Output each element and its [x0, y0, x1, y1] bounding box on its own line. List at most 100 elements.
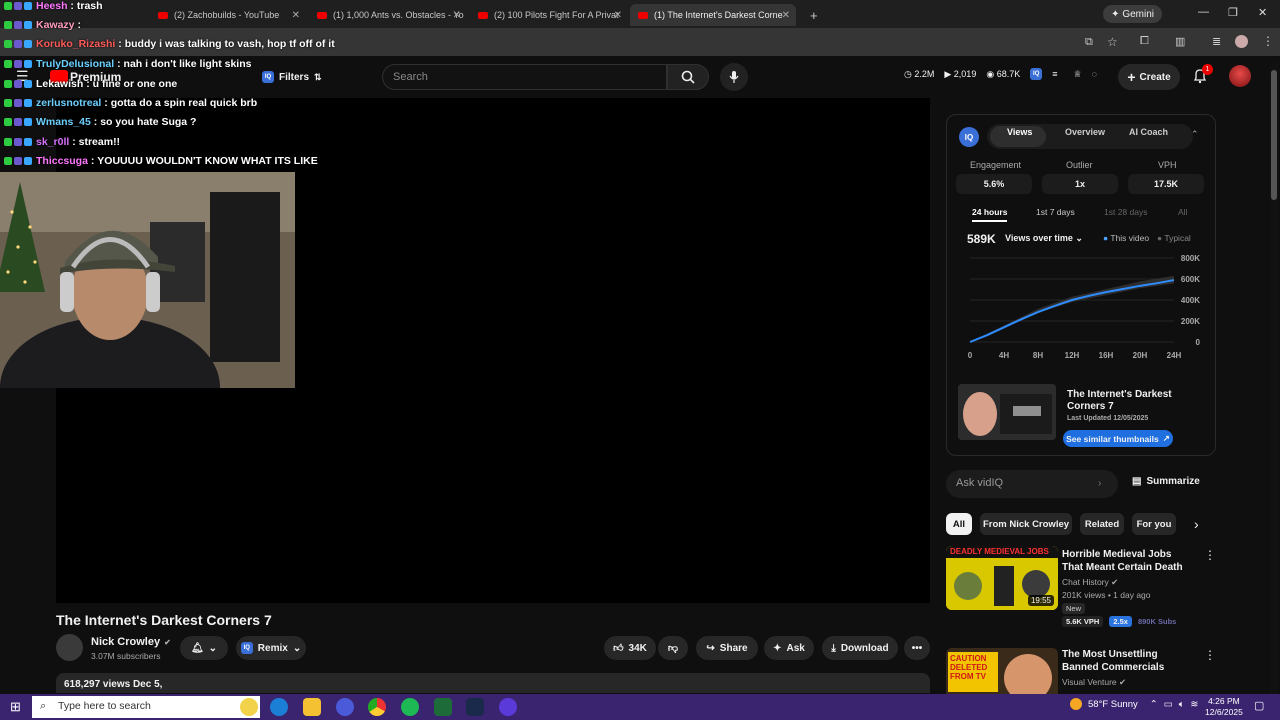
channel-avatar[interactable] [56, 634, 83, 661]
more-options-icon[interactable]: ⋮ [1204, 548, 1216, 562]
see-similar-thumbnails-button[interactable]: See similar thumbnails ↗ [1063, 430, 1173, 447]
restore-icon[interactable]: ❐ [1228, 6, 1238, 19]
chip-from-channel[interactable]: From Nick Crowley [980, 513, 1072, 535]
new-tab-button[interactable]: + [802, 4, 822, 26]
list-icon[interactable]: ≡ [1052, 69, 1057, 79]
channel-name[interactable]: Nick Crowley ✔ [91, 636, 171, 648]
more-options-icon[interactable]: ⋮ [1204, 648, 1216, 662]
steam-icon[interactable] [466, 698, 484, 716]
recommendation-channel[interactable]: Chat History ✔ [1062, 577, 1118, 588]
create-button[interactable]: + Create [1118, 64, 1180, 90]
scrollbar-thumb[interactable] [1271, 70, 1277, 200]
recommendation-channel[interactable]: Visual Venture ✔ [1062, 677, 1126, 688]
profile-avatar[interactable] [1235, 35, 1248, 48]
range-first-7-days[interactable]: 1st 7 days [1036, 207, 1075, 217]
recommendation-thumbnail[interactable]: CAUTION DELETED FROM TV [946, 648, 1058, 694]
summarize-button[interactable]: ▤ Summarize [1132, 476, 1200, 487]
notification-center-icon[interactable]: ▢ [1254, 699, 1264, 712]
chat-message: Thiccsuga : YOUUUU WOULDN'T KNOW WHAT IT… [4, 155, 318, 167]
tab-views[interactable]: Views [1007, 127, 1032, 137]
share-button[interactable]: ↪ Share [696, 636, 758, 660]
spotify-icon[interactable] [401, 698, 419, 716]
close-tab-icon[interactable]: ✕ [453, 10, 461, 21]
browser-tab-active[interactable]: (1) The Internet's Darkest Corne ✕ [630, 4, 796, 26]
more-actions-button[interactable]: ••• [904, 636, 930, 660]
vidiq-icon[interactable]: IQ [1030, 68, 1043, 80]
account-avatar[interactable] [1229, 65, 1251, 87]
discord-icon[interactable] [499, 698, 517, 716]
sidebar-icon[interactable]: ▥ [1175, 35, 1185, 48]
taskbar-search-input[interactable]: ⌕ Type here to search [32, 696, 260, 718]
collapse-chevron-icon[interactable]: ⌃ [1191, 129, 1199, 140]
close-tab-icon[interactable]: ✕ [782, 10, 790, 21]
chart-mode-dropdown[interactable]: Views over time ⌄ [1005, 233, 1083, 244]
vpn-app-icon[interactable] [336, 698, 354, 716]
volume-icon[interactable]: 🔈︎ [1179, 699, 1185, 710]
vidiq-video-thumbnail[interactable] [958, 384, 1056, 440]
chat-badges [4, 118, 32, 126]
trophy-icon[interactable]: ♕ [1073, 69, 1081, 80]
search-button[interactable] [667, 64, 709, 90]
file-explorer-icon[interactable] [303, 698, 321, 716]
taskbar-clock[interactable]: 4:26 PM 12/6/2025 [1205, 696, 1243, 718]
like-button[interactable]: 👍︎ 34K [604, 636, 656, 660]
excel-icon[interactable] [434, 698, 452, 716]
webcam-image [0, 172, 295, 388]
recommendation-thumbnail[interactable]: DEADLY MEDIEVAL JOBS 19:55 [946, 546, 1058, 610]
notification-bell-button[interactable]: 🔔︎ ⌄ [180, 636, 228, 660]
media-icon[interactable]: ≣ [1212, 35, 1221, 48]
legend-this-video: ● This video [1103, 233, 1150, 243]
ask-button[interactable]: ✦ Ask [764, 636, 814, 660]
close-tab-icon[interactable]: ✕ [614, 10, 622, 21]
range-all[interactable]: All [1178, 207, 1187, 217]
tab-ai-coach[interactable]: AI Coach [1129, 127, 1168, 137]
chip-related[interactable]: Related [1080, 513, 1124, 535]
range-first-28-days[interactable]: 1st 28 days [1104, 207, 1147, 217]
vidiq-remix-button[interactable]: IQ Remix ⌄ [236, 636, 306, 660]
gemini-button[interactable]: ✦ Gemini [1103, 5, 1162, 23]
tray-chevron-icon[interactable]: ⌃ [1150, 699, 1158, 710]
chrome-browser-icon[interactable] [368, 698, 386, 716]
voice-search-button[interactable] [720, 63, 748, 91]
chip-for-you[interactable]: For you [1132, 513, 1176, 535]
minimize-icon[interactable]: — [1198, 6, 1209, 18]
chip-all[interactable]: All [946, 513, 972, 535]
browser-menu-icon[interactable]: ⋮ [1262, 34, 1274, 48]
network-icon[interactable]: ▭ [1164, 699, 1173, 710]
notifications-button[interactable]: 1 [1192, 64, 1213, 89]
x-tick-label: 20H [1133, 351, 1148, 360]
subs-badge: 890K Subs [1137, 617, 1177, 626]
chips-next-chevron-icon[interactable]: › [1194, 516, 1199, 532]
recommendation-title[interactable]: The Most Unsettling Banned Commercials [1062, 648, 1192, 674]
bookmark-star-icon[interactable]: ☆ [1107, 35, 1118, 49]
vidiq-filters-button[interactable]: IQ Filters ⇅ [262, 67, 322, 87]
chat-badge-icon [4, 80, 12, 88]
chat-username: Wmans_45 [36, 116, 91, 128]
page-scrollbar[interactable] [1270, 62, 1278, 694]
range-24-hours[interactable]: 24 hours [972, 207, 1008, 222]
youtube-favicon-icon [638, 11, 648, 19]
search-input[interactable]: Search [382, 64, 667, 90]
dislike-button[interactable]: 👎︎ [658, 636, 688, 660]
browser-tab[interactable]: (2) Zachobuilds - YouTube ✕ [150, 4, 306, 26]
edge-browser-icon[interactable] [270, 698, 288, 716]
cast-icon[interactable]: ⧉ [1085, 36, 1093, 49]
close-tab-icon[interactable]: ✕ [292, 10, 300, 21]
wifi-icon[interactable]: ≋ [1190, 699, 1198, 710]
extensions-icon[interactable]: ⧠ [1140, 35, 1149, 48]
windows-start-icon[interactable]: ⊞ [10, 699, 21, 715]
ask-vidiq-input[interactable]: Ask vidIQ [946, 470, 1118, 498]
video-description[interactable]: 618,297 views Dec 5, [56, 673, 930, 693]
download-button[interactable]: ⤓ Download [822, 636, 898, 660]
pears-decoration-icon [240, 698, 258, 716]
metric-value-engagement: 5.6% [956, 174, 1032, 194]
chat-badge-icon [24, 157, 32, 165]
browser-tab[interactable]: (1) 1,000 Ants vs. Obstacles - Yo ✕ [309, 4, 467, 26]
send-chevron-icon[interactable]: › [1098, 478, 1101, 489]
recommendation-title[interactable]: Horrible Medieval Jobs That Meant Certai… [1062, 548, 1192, 574]
chat-bubble-icon[interactable]: ◌ [1092, 69, 1097, 79]
close-window-icon[interactable]: ✕ [1258, 6, 1267, 19]
browser-tab[interactable]: (2) 100 Pilots Fight For A Privat ✕ [470, 4, 628, 26]
chat-text: trash [76, 0, 103, 12]
tab-overview[interactable]: Overview [1065, 127, 1105, 137]
